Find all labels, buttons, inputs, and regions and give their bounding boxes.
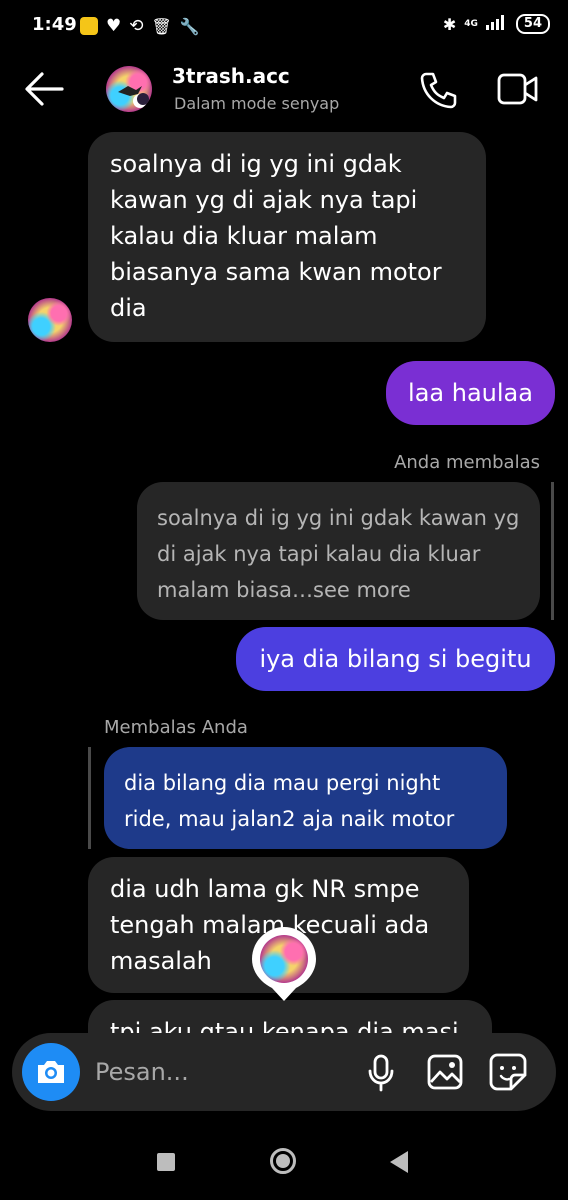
reply-label: Anda membalas bbox=[394, 452, 540, 473]
message-bubble-incoming[interactable]: soalnya di ig yg ini gdak kawan yg di aj… bbox=[88, 132, 486, 342]
video-camera-icon[interactable] bbox=[497, 72, 539, 110]
phone-icon[interactable] bbox=[418, 70, 458, 114]
home-button[interactable] bbox=[270, 1148, 296, 1174]
message-bubble-incoming-partial[interactable]: tpi aku gtau kenapa dia masi bbox=[88, 1000, 492, 1033]
trash-icon: 🗑 bbox=[151, 16, 172, 36]
contact-avatar[interactable] bbox=[106, 66, 152, 112]
camera-icon bbox=[38, 1061, 64, 1083]
contact-status: Dalam mode senyap bbox=[174, 94, 340, 113]
gallery-icon[interactable] bbox=[427, 1054, 463, 1094]
reply-quoted-message[interactable]: dia bilang dia mau pergi night ride, mau… bbox=[104, 747, 507, 849]
signal-icon bbox=[485, 14, 508, 34]
message-composer bbox=[12, 1033, 556, 1111]
back-button[interactable] bbox=[390, 1151, 408, 1173]
status-notification-icons: ♥ ⟲ 🗑 🔧 bbox=[80, 16, 200, 36]
heart-icon: ♥ bbox=[106, 16, 122, 36]
recent-apps-button[interactable] bbox=[157, 1153, 175, 1171]
reply-quote-line bbox=[551, 482, 554, 620]
status-time: 1:49 bbox=[32, 14, 77, 35]
message-text-partial: tpi aku gtau kenapa dia masi bbox=[88, 1000, 492, 1033]
sync-icon: ⟲ bbox=[129, 16, 144, 36]
microphone-icon[interactable] bbox=[366, 1054, 396, 1096]
reply-quoted-message[interactable]: soalnya di ig yg ini gdak kawan yg di aj… bbox=[137, 482, 540, 620]
camera-button[interactable] bbox=[22, 1043, 80, 1101]
sender-avatar[interactable] bbox=[28, 298, 72, 342]
typing-avatar bbox=[260, 935, 308, 983]
wrench-icon: 🔧 bbox=[179, 16, 200, 36]
back-arrow-icon[interactable] bbox=[24, 70, 64, 112]
contact-name[interactable]: 3trash.acc bbox=[172, 64, 290, 88]
bluetooth-icon: ✱ bbox=[442, 14, 457, 34]
network-label: 4G bbox=[464, 19, 478, 29]
message-input[interactable]: Pesan... bbox=[95, 1058, 189, 1086]
home-button-dot bbox=[276, 1154, 290, 1168]
battery-indicator: 54 bbox=[515, 14, 550, 34]
typing-avatar-indicator bbox=[250, 925, 318, 1003]
status-right: ✱ 4G 54 bbox=[443, 14, 550, 34]
message-bubble-outgoing[interactable]: laa haulaa bbox=[386, 361, 555, 425]
notification-app-icon bbox=[80, 17, 98, 35]
sticker-icon[interactable] bbox=[489, 1053, 527, 1095]
message-bubble-outgoing[interactable]: iya dia bilang si begitu bbox=[236, 627, 555, 691]
reply-quote-line bbox=[88, 747, 91, 849]
reply-label: Membalas Anda bbox=[104, 717, 248, 738]
